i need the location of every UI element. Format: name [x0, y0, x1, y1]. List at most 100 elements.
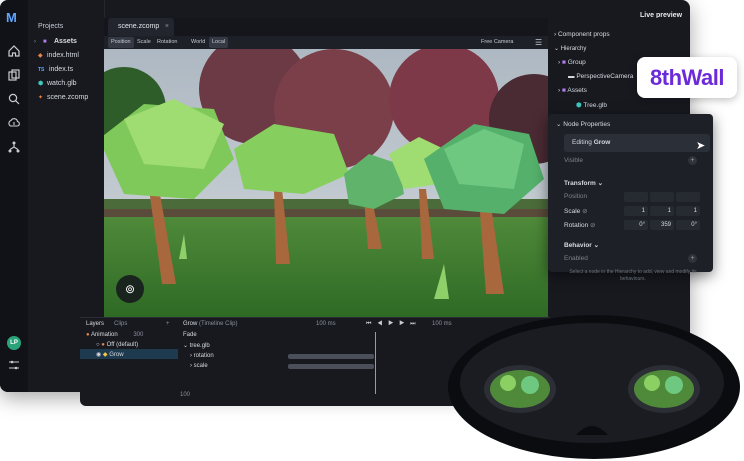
transform-header[interactable]: Transform ⌄ — [564, 179, 603, 187]
chevron-right-icon: › — [190, 353, 192, 359]
position-x-field[interactable] — [624, 192, 648, 202]
playback-controls[interactable]: ⏮ ◀ ▶ ▶ ⏭ — [366, 321, 418, 328]
hierarchy-header[interactable]: ⌄ Hierarchy — [554, 45, 586, 52]
state-dot-icon: ● — [101, 342, 105, 348]
search-icon[interactable] — [7, 92, 21, 106]
folder-icon: ■ — [561, 59, 566, 66]
scale-keyframe-bar[interactable] — [288, 364, 374, 369]
menu-icon[interactable]: ☰ — [532, 37, 545, 48]
editing-field[interactable]: Editing Grow — [564, 134, 710, 152]
position-z-field[interactable] — [676, 192, 700, 202]
behavior-header[interactable]: Behavior ⌄ — [564, 241, 599, 249]
editor-tabbar: scene.zcomp × — [104, 18, 548, 36]
scale-label: Scale ⊘ — [564, 208, 588, 215]
cloud-upload-icon[interactable] — [7, 116, 21, 130]
scale-x-field[interactable]: 1 — [624, 206, 648, 216]
file-item-assets[interactable]: › ■ Assets — [34, 38, 77, 45]
scale-z-field[interactable]: 1 — [676, 206, 700, 216]
zcomp-file-icon: ✦ — [38, 95, 44, 101]
enabled-label: Enabled — [564, 255, 588, 262]
rotation-z-field[interactable]: 0° — [676, 220, 700, 230]
visible-label: Visible — [564, 157, 584, 164]
rotation-x-field[interactable]: 0° — [624, 220, 648, 230]
duration-field[interactable]: 100 ms — [316, 321, 336, 327]
viewport-toolbar: Position Scale Rotation World Local Free… — [104, 36, 548, 49]
add-layer-icon[interactable]: + — [166, 321, 170, 327]
radio-icon: ○ — [96, 342, 100, 348]
tree-item-tree-glb[interactable]: ⬢ Tree.glb — [576, 101, 607, 109]
chevron-right-icon: › — [558, 59, 561, 66]
chevron-down-icon: ⌄ — [183, 343, 189, 349]
glb-file-icon: ⬢ — [576, 102, 582, 109]
add-behavior-button[interactable]: + — [688, 254, 697, 263]
space-world-button[interactable]: World — [188, 37, 208, 48]
playhead[interactable] — [375, 332, 376, 394]
chevron-right-icon: › — [190, 363, 192, 369]
scale-y-field[interactable]: 1 — [650, 206, 674, 216]
link-icon[interactable]: ⊘ — [582, 208, 587, 215]
rotation-y-field[interactable]: 359 — [650, 220, 674, 230]
tool-scale-button[interactable]: Scale — [134, 37, 154, 48]
chevron-right-icon: › — [554, 31, 557, 38]
space-local-button[interactable]: Local — [209, 37, 229, 48]
fade-label[interactable]: Fade — [183, 332, 197, 338]
position-label: Position — [564, 193, 588, 200]
camera-icon: ▬ — [568, 73, 575, 80]
home-icon[interactable] — [7, 44, 21, 58]
branch-icon[interactable] — [7, 140, 21, 154]
radio-selected-icon: ◉ — [96, 352, 102, 358]
add-visible-button[interactable]: + — [688, 156, 697, 165]
editing-node-name: Grow — [593, 139, 611, 146]
cursor-pointer-icon: ➤ — [696, 140, 706, 152]
track-rotation[interactable]: › rotation — [190, 353, 214, 359]
html-file-icon: ◆ — [38, 53, 43, 59]
camera-orbit-icon[interactable]: ⊚ — [116, 275, 144, 303]
state-off-default[interactable]: ○ ● Off (default) — [96, 342, 138, 348]
projects-header: Projects — [38, 23, 64, 30]
tool-position-button[interactable]: Position — [108, 37, 134, 48]
app-logo: M — [6, 10, 17, 25]
tree-item-perspective-camera[interactable]: ▬ PerspectiveCamera — [568, 73, 633, 80]
glb-file-icon: ⬢ — [38, 81, 44, 87]
footer-value: 100 — [180, 392, 191, 398]
selected-row-highlight — [80, 349, 178, 359]
tool-rotation-button[interactable]: Rotation — [154, 37, 181, 48]
node-properties-header[interactable]: ⌄ Node Properties — [556, 120, 610, 128]
rotation-keyframe-bar[interactable] — [288, 354, 374, 359]
scene-viewport[interactable]: ⊚ — [104, 49, 548, 317]
track-scale[interactable]: › scale — [190, 363, 208, 369]
8thwall-logo: 8thWall — [637, 57, 737, 98]
tab-clips[interactable]: Clips — [114, 321, 127, 327]
component-props-header[interactable]: › Component props — [554, 31, 610, 38]
chevron-down-icon: ⌄ — [597, 180, 604, 187]
node-properties-panel: ⌄ Node Properties Editing Grow ➤ Visible… — [548, 114, 713, 282]
tree-item-group[interactable]: › ■ Group — [558, 59, 586, 66]
scene-render — [104, 49, 548, 317]
camera-select[interactable]: Free Camera — [478, 37, 516, 48]
file-item-watch-glb[interactable]: ⬢ watch.glb — [38, 80, 77, 87]
state-grow[interactable]: ◉ ◆ Grow — [96, 351, 124, 358]
folder-icon: ■ — [43, 39, 47, 45]
folder-icon: ■ — [561, 87, 566, 94]
chevron-down-icon: ⌄ — [593, 242, 600, 249]
file-item-index-ts[interactable]: TS index.ts — [38, 66, 73, 73]
tab-layers[interactable]: Layers — [86, 321, 104, 327]
settings-sliders-icon[interactable] — [7, 358, 21, 372]
tree-item-assets[interactable]: › ■ Assets — [558, 87, 587, 94]
tab-scene-zcomp[interactable]: scene.zcomp × — [108, 18, 174, 36]
close-tab-icon[interactable]: × — [165, 18, 169, 36]
position-y-field[interactable] — [650, 192, 674, 202]
track-tree-glb[interactable]: ⌄ tree.glb — [183, 342, 210, 349]
behavior-hint: Select a node in the Hierarchy to add, v… — [569, 269, 697, 282]
chevron-right-icon: › — [34, 39, 36, 45]
link-icon[interactable]: ⊘ — [590, 222, 595, 229]
chevron-down-icon: ⌄ — [554, 46, 560, 52]
animation-layer[interactable]: ● Animation 300 — [86, 332, 143, 338]
copy-icon[interactable] — [7, 68, 21, 82]
clip-title: Grow (Timeline Clip) — [183, 321, 238, 327]
typescript-file-icon: TS — [38, 67, 45, 73]
chevron-right-icon: › — [558, 87, 561, 94]
file-item-index-html[interactable]: ◆ index.html — [38, 52, 79, 59]
file-item-scene-zcomp[interactable]: ✦ scene.zcomp — [38, 94, 88, 101]
user-avatar[interactable]: LP — [7, 336, 21, 350]
